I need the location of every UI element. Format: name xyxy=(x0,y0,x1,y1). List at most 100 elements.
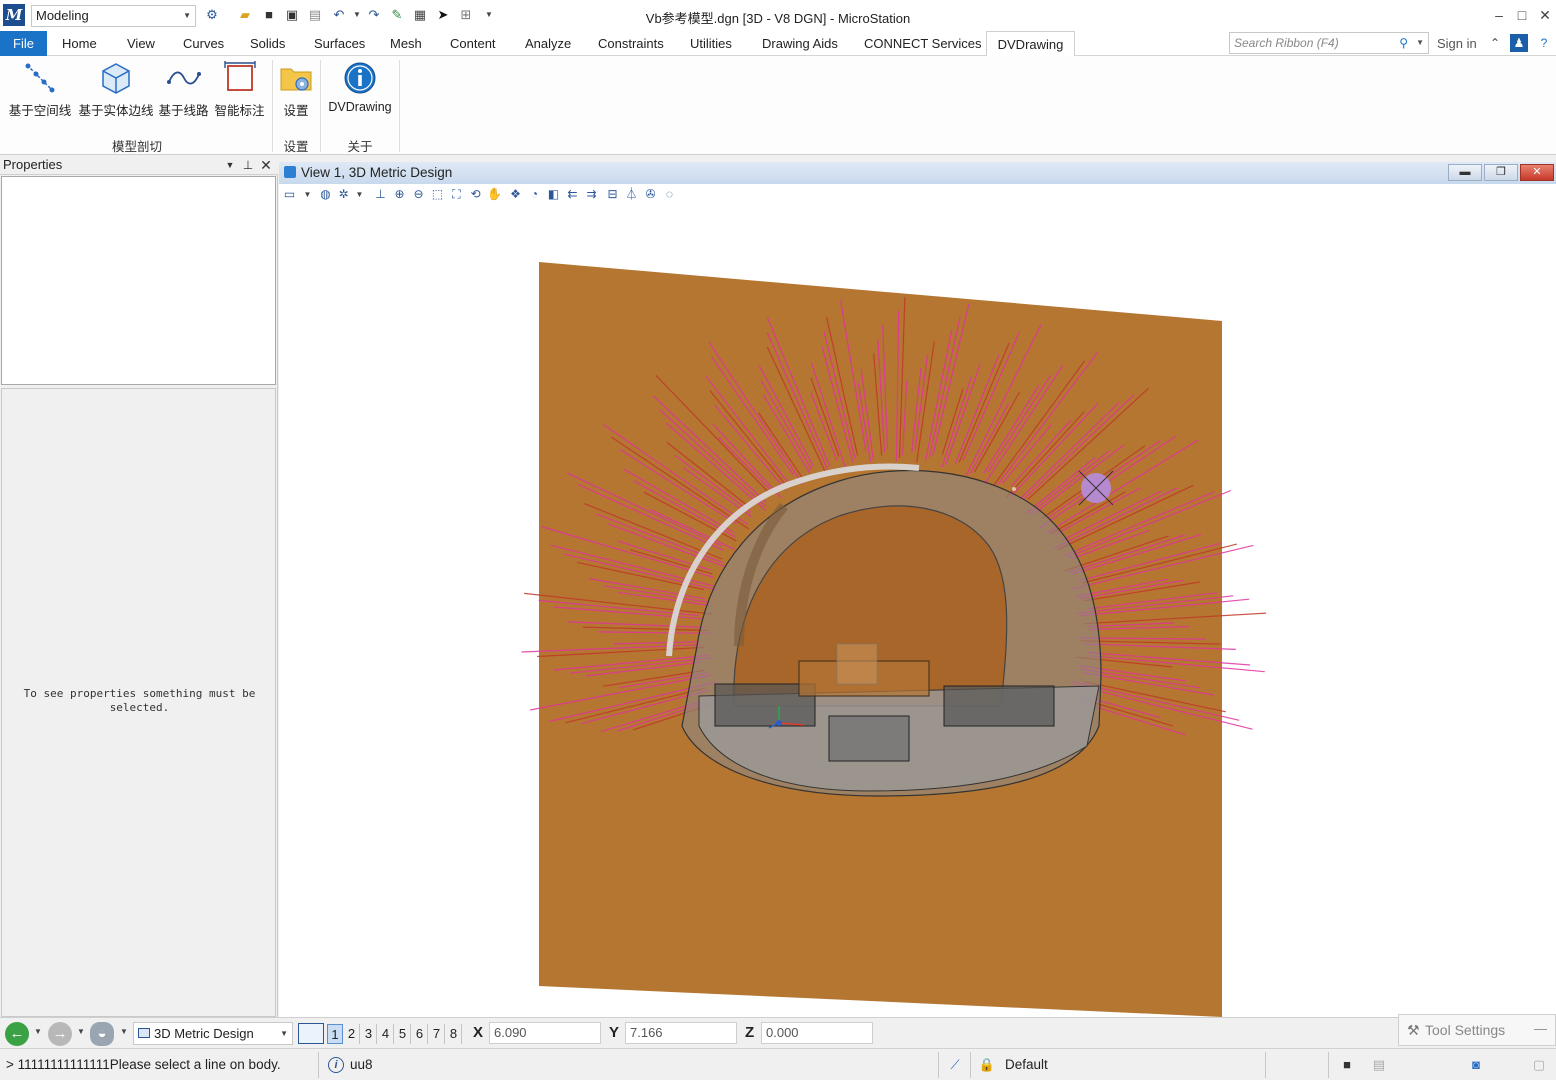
view-close-icon[interactable]: ✕ xyxy=(1520,164,1554,181)
view-title-bar[interactable]: View 1, 3D Metric Design ▬ ❐ ✕ xyxy=(279,162,1556,184)
tab-analyze[interactable]: Analyze xyxy=(521,31,575,56)
tab-connect-services[interactable]: CONNECT Services xyxy=(860,31,986,56)
microstation-logo-icon[interactable]: M xyxy=(3,4,25,26)
save-as-icon[interactable]: ▣ xyxy=(283,6,301,24)
tab-file[interactable]: File xyxy=(0,31,47,56)
tool-settings-panel[interactable]: ⚒ Tool Settings — xyxy=(1398,1014,1556,1046)
walk-icon[interactable]: ❖ xyxy=(507,186,524,203)
clip-volume-icon[interactable]: ⊟ xyxy=(604,186,621,203)
tab-dvdrawing[interactable]: DVDrawing xyxy=(986,31,1075,57)
view-settings-icon[interactable]: ✲ xyxy=(335,186,352,203)
zoom-in-icon[interactable]: ⊕ xyxy=(391,186,408,203)
view-minimize-icon[interactable]: ▬ xyxy=(1448,164,1482,181)
tab-mesh[interactable]: Mesh xyxy=(386,31,426,56)
view-groups-icon[interactable]: ◌ xyxy=(661,186,678,203)
print-icon[interactable]: ▦ xyxy=(411,6,429,24)
copy-view-icon[interactable]: ⇉ xyxy=(583,186,600,203)
view-next-icon[interactable]: ⇇ xyxy=(564,186,581,203)
search-ribbon-input[interactable]: Search Ribbon (F4) ⚲ ▼ xyxy=(1229,32,1429,54)
forward-icon[interactable]: → xyxy=(48,1022,72,1046)
pin-panel-icon[interactable]: ⊥ xyxy=(240,156,256,174)
tab-drawing-aids[interactable]: Drawing Aids xyxy=(758,31,842,56)
view-number-2[interactable]: 2 xyxy=(344,1024,360,1044)
maximize-icon[interactable]: □ xyxy=(1511,4,1533,26)
info-icon[interactable]: i xyxy=(328,1057,344,1073)
view-number-6[interactable]: 6 xyxy=(412,1024,428,1044)
undo-icon[interactable]: ↶ xyxy=(330,6,348,24)
connect-icon[interactable]: ◙ xyxy=(1467,1056,1485,1074)
view-window[interactable]: View 1, 3D Metric Design ▬ ❐ ✕ ▭ ▼ ◍ ✲ ▼… xyxy=(279,162,1556,1017)
customize-qat-icon[interactable]: ▼ xyxy=(480,6,498,24)
model-select[interactable]: 3D Metric Design ▼ xyxy=(133,1022,293,1045)
message-center-icon[interactable]: ▢ xyxy=(1530,1056,1548,1074)
models-icon[interactable]: ◒ xyxy=(90,1022,114,1046)
lock-icon[interactable]: 🔒 xyxy=(978,1056,996,1074)
tab-view[interactable]: View xyxy=(123,31,159,56)
design-history-icon[interactable]: ▤ xyxy=(1370,1056,1388,1074)
alignment-button[interactable]: 基于线路 xyxy=(157,60,210,124)
display-style-icon[interactable]: ◍ xyxy=(317,186,334,203)
save-icon[interactable]: ■ xyxy=(260,6,278,24)
tab-content[interactable]: Content xyxy=(446,31,500,56)
workspace-icon[interactable]: ⚙ xyxy=(203,6,221,24)
view-number-8[interactable]: 8 xyxy=(446,1024,462,1044)
close-icon[interactable]: ✕ xyxy=(1534,4,1556,26)
solid-edge-button[interactable]: 基于实体边线 xyxy=(77,60,155,124)
minimize-icon[interactable]: – xyxy=(1488,4,1510,26)
pan-view-icon[interactable]: ✋ xyxy=(486,186,503,203)
view-previous-icon[interactable]: ◧ xyxy=(545,186,562,203)
x-coordinate-field[interactable]: 6.090 xyxy=(489,1022,601,1044)
zoom-out-icon[interactable]: ⊖ xyxy=(410,186,427,203)
accudraw-icon[interactable]: ⟋ xyxy=(946,1056,964,1074)
view-number-5[interactable]: 5 xyxy=(395,1024,411,1044)
tunnel-model-scene[interactable] xyxy=(279,206,1556,1017)
tab-constraints[interactable]: Constraints xyxy=(594,31,668,56)
close-panel-icon[interactable]: ✕ xyxy=(258,156,274,174)
dvdrawing-about-button[interactable]: DVDrawing xyxy=(324,60,396,124)
view-number-7[interactable]: 7 xyxy=(429,1024,445,1044)
panel-menu-icon[interactable]: ▼ xyxy=(222,156,238,174)
clip-mask-icon[interactable]: ⏃ xyxy=(623,186,640,203)
connect-users-icon[interactable]: ♟ xyxy=(1510,34,1528,52)
chevron-down-icon[interactable]: ▼ xyxy=(120,1027,128,1036)
view-number-4[interactable]: 4 xyxy=(378,1024,394,1044)
spatial-line-button[interactable]: 基于空间线 xyxy=(6,60,74,124)
tab-utilities[interactable]: Utilities xyxy=(686,31,736,56)
rotate-view-icon[interactable]: ⟲ xyxy=(467,186,484,203)
view-number-3[interactable]: 3 xyxy=(361,1024,377,1044)
open-folder-icon[interactable]: ▰ xyxy=(236,6,254,24)
chevron-down-icon[interactable]: ▼ xyxy=(77,1027,85,1036)
save-status-icon[interactable]: ■ xyxy=(1338,1056,1356,1074)
window-area-icon[interactable]: ⬚ xyxy=(429,186,446,203)
select-pointer-icon[interactable]: ➤ xyxy=(434,6,452,24)
tab-curves[interactable]: Curves xyxy=(179,31,228,56)
z-coordinate-field[interactable]: 0.000 xyxy=(761,1022,873,1044)
camera-icon[interactable]: ◔ xyxy=(526,186,543,203)
chevron-down-icon[interactable]: ▼ xyxy=(299,186,316,203)
redo-icon[interactable]: ↷ xyxy=(365,6,383,24)
y-coordinate-field[interactable]: 7.166 xyxy=(625,1022,737,1044)
search-icon[interactable]: ⚲ xyxy=(1399,33,1408,53)
undo-dropdown-icon[interactable]: ▼ xyxy=(348,6,366,24)
tab-surfaces[interactable]: Surfaces xyxy=(310,31,369,56)
fit-view-icon[interactable]: ⛶ xyxy=(448,186,465,203)
view-number-1[interactable]: 1 xyxy=(327,1024,343,1044)
back-icon[interactable]: ← xyxy=(5,1022,29,1046)
help-icon[interactable]: ? xyxy=(1535,34,1553,52)
view-windows-icon[interactable] xyxy=(298,1023,324,1044)
compress-icon[interactable]: ▤ xyxy=(306,6,324,24)
view-attributes-icon[interactable]: ▭ xyxy=(281,186,298,203)
view-toggles-icon[interactable]: ✇ xyxy=(642,186,659,203)
sign-in-link[interactable]: Sign in xyxy=(1437,36,1477,51)
tab-solids[interactable]: Solids xyxy=(246,31,289,56)
properties-selection-list[interactable] xyxy=(1,176,276,385)
chevron-down-icon[interactable]: ▼ xyxy=(34,1027,42,1036)
3d-viewport[interactable] xyxy=(279,206,1556,1017)
collapse-ribbon-icon[interactable]: ⌃ xyxy=(1486,34,1504,52)
settings-button[interactable]: 设置 xyxy=(276,60,316,124)
smart-dimension-button[interactable]: 智能标注 xyxy=(212,60,267,124)
view-restore-icon[interactable]: ❐ xyxy=(1484,164,1518,181)
workflow-select[interactable]: Modeling ▼ xyxy=(31,5,196,27)
active-level[interactable]: Default xyxy=(1005,1057,1048,1072)
minimize-panel-icon[interactable]: — xyxy=(1534,1021,1547,1036)
